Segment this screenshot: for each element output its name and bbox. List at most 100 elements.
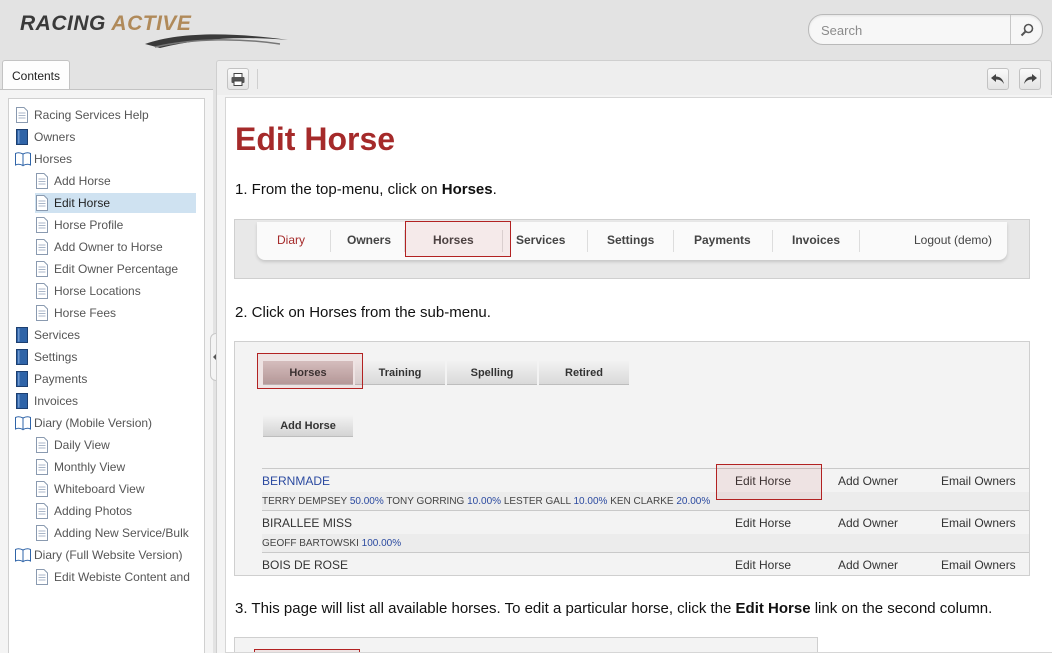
owner-name: LESTER GALL <box>503 496 571 507</box>
add-horse-button[interactable]: Add Horse <box>263 415 353 437</box>
owner-percentage: 20.00% <box>676 496 711 507</box>
menu-separator <box>330 230 331 252</box>
book-closed-icon <box>15 393 29 409</box>
book-closed-icon <box>15 129 29 145</box>
toc-item[interactable]: Adding New Service/Bulk <box>35 523 189 543</box>
email-owners-link[interactable]: Email Owners <box>941 474 1016 488</box>
add-owner-link[interactable]: Add Owner <box>838 474 898 488</box>
toc-item[interactable]: Diary (Full Website Version) <box>15 545 183 565</box>
subtab-training[interactable]: Training <box>355 361 445 385</box>
page-icon <box>15 107 29 123</box>
toc-item[interactable]: Horse Locations <box>35 281 141 301</box>
table-row: BOIS DE ROSE Edit Horse Add Owner Email … <box>262 552 1029 572</box>
toc-item[interactable]: Horses <box>15 149 72 169</box>
toc-item[interactable]: Owners <box>15 127 75 147</box>
toc-item[interactable]: Settings <box>15 347 77 367</box>
highlight-edit-horse <box>716 464 822 500</box>
search-input[interactable] <box>821 21 1011 39</box>
toc-item-label: Edit Owner Percentage <box>54 262 179 276</box>
toc-item-label: Edit Webiste Content and <box>54 570 190 584</box>
owner-name: TONY GORRING <box>386 496 465 507</box>
toc-item[interactable]: Diary (Mobile Version) <box>15 413 152 433</box>
menu-diary[interactable]: Diary <box>277 233 305 247</box>
email-owners-link[interactable]: Email Owners <box>941 516 1016 530</box>
toc-item-label: Payments <box>34 372 88 386</box>
horse-name[interactable]: BOIS DE ROSE <box>262 558 348 572</box>
highlight-horses-menu <box>405 221 511 257</box>
toc-item[interactable]: Edit Webiste Content and <box>35 567 190 587</box>
back-arrow-icon <box>991 74 1004 84</box>
toc-item[interactable]: Payments <box>15 369 87 389</box>
menu-services[interactable]: Services <box>516 233 565 247</box>
subtab-retired[interactable]: Retired <box>539 361 629 385</box>
edit-horse-link[interactable]: Edit Horse <box>735 516 791 530</box>
owner-name: KEN CLARKE <box>610 496 674 507</box>
toc-item[interactable]: Services <box>15 325 80 345</box>
toc-item[interactable]: Horse Profile <box>35 215 123 235</box>
page-icon <box>35 525 49 541</box>
print-icon <box>231 72 245 86</box>
horse-name[interactable]: BIRALLEE MISS <box>262 516 352 530</box>
tab-contents[interactable]: Contents <box>2 60 70 90</box>
toc-item[interactable]: Monthly View <box>35 457 125 477</box>
article-content: Edit Horse 1. From the top-menu, click o… <box>225 97 1052 653</box>
book-closed-icon <box>15 349 29 365</box>
menu-owners[interactable]: Owners <box>347 233 391 247</box>
page-icon <box>35 437 49 453</box>
menu-separator <box>673 230 674 252</box>
email-owners-link[interactable]: Email Owners <box>941 558 1016 572</box>
toc-item[interactable]: Add Horse <box>35 171 111 191</box>
page-icon <box>35 195 49 211</box>
racing-active-logo[interactable]: RACING ACTIVE <box>20 12 288 48</box>
left-panel: Racing Services Help Owners Horses Add Hors… <box>0 89 213 653</box>
table-row: BERNMADE Edit Horse Add Owner Email Owne… <box>262 468 1029 488</box>
search-button[interactable] <box>1010 15 1042 44</box>
toc-item[interactable]: Racing Services Help <box>15 105 149 125</box>
toc-item[interactable]: Add Owner to Horse <box>35 237 163 257</box>
page-icon <box>35 569 49 585</box>
toc-item-label: Adding Photos <box>54 504 133 518</box>
owner-name: GEOFF BARTOWSKI <box>262 538 359 549</box>
page-icon <box>35 173 49 189</box>
logo-swoosh-icon <box>145 34 288 48</box>
book-closed-icon <box>15 371 29 387</box>
toc-item-label: Edit Horse <box>54 196 111 210</box>
step-2-text: 2. Click on Horses from the sub-menu. <box>235 304 491 321</box>
add-owner-link[interactable]: Add Owner <box>838 516 898 530</box>
owner-percentage: 10.00% <box>467 496 502 507</box>
menu-invoices[interactable]: Invoices <box>792 233 840 247</box>
owner-percentage: 10.00% <box>573 496 608 507</box>
menu-logout[interactable]: Logout (demo) <box>914 233 992 247</box>
step-1-pre: 1. From the top-menu, click on <box>235 181 442 198</box>
horse-name-link[interactable]: BERNMADE <box>262 474 330 488</box>
search-box <box>808 14 1043 45</box>
logo-word-racing: RACING <box>20 12 106 35</box>
toc-item[interactable]: Edit Owner Percentage <box>35 259 178 279</box>
screenshot-top-menu: Diary Owners Horses Services Settings Pa… <box>234 219 1030 279</box>
step-3-text: 3. This page will list all available hor… <box>235 600 992 617</box>
toc-item[interactable]: Adding Photos <box>35 501 132 521</box>
toc-item[interactable]: Edit Horse <box>35 193 196 213</box>
toc-item-label: Settings <box>34 350 78 364</box>
add-owner-link[interactable]: Add Owner <box>838 558 898 572</box>
toc-item[interactable]: Whiteboard View <box>35 479 145 499</box>
toc-item-label: Adding New Service/Bulk <box>54 526 189 540</box>
highlight-horses-subtab <box>257 353 363 389</box>
toc-item[interactable]: Invoices <box>15 391 78 411</box>
toc-item[interactable]: Daily View <box>35 435 110 455</box>
toc-item[interactable]: Horse Fees <box>35 303 116 323</box>
edit-horse-link[interactable]: Edit Horse <box>735 558 791 572</box>
menu-payments[interactable]: Payments <box>694 233 751 247</box>
toc-item-label: Horse Profile <box>54 218 124 232</box>
toc-item-label: Horses <box>34 152 73 166</box>
page-title: Edit Horse <box>235 121 396 157</box>
subtab-spelling[interactable]: Spelling <box>447 361 537 385</box>
book-open-icon <box>15 415 31 431</box>
back-button[interactable] <box>987 68 1009 90</box>
forward-button[interactable] <box>1019 68 1041 90</box>
toc-item-label: Horse Locations <box>54 284 141 298</box>
table-of-contents: Racing Services Help Owners Horses Add Hors… <box>8 98 205 653</box>
print-button[interactable] <box>227 68 249 90</box>
page-icon <box>35 283 49 299</box>
menu-settings[interactable]: Settings <box>607 233 654 247</box>
